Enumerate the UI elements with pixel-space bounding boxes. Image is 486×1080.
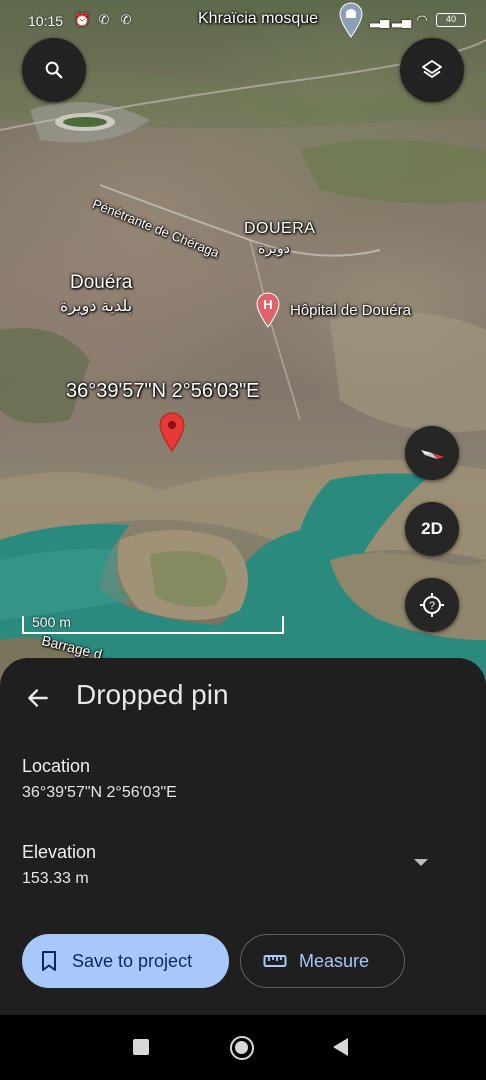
map-label-coordinates: 36°39'57"N 2°56'03"E: [66, 380, 260, 402]
signal-icon-2: ▂▄: [392, 12, 412, 27]
status-icons: ⏰ ✆ ✆: [74, 12, 134, 28]
map-label-douera-district-ar: دويرة: [258, 240, 290, 256]
my-location-icon: ?: [420, 593, 444, 617]
map-label-douera-ar: بلدية دويرة: [60, 298, 133, 315]
call-icon: ✆: [98, 12, 110, 27]
my-location-button[interactable]: ?: [405, 578, 459, 632]
elevation-label: Elevation: [22, 842, 97, 862]
arrow-back-icon: [28, 689, 48, 707]
alarm-icon: ⏰: [74, 12, 91, 27]
status-time: 10:15: [28, 13, 64, 29]
save-to-project-button[interactable]: Save to project: [22, 934, 229, 988]
ruler-icon: [263, 955, 287, 967]
view-mode-2d-button[interactable]: 2D: [405, 502, 459, 556]
search-icon: [45, 61, 63, 79]
missed-call-icon: ✆: [120, 12, 132, 27]
system-back-button[interactable]: [333, 1038, 348, 1056]
wifi-icon: ◠: [416, 12, 428, 27]
svg-text:?: ?: [429, 600, 435, 612]
layers-button[interactable]: [400, 38, 464, 102]
status-right: ▂▄ ▂▄ ◠ 40: [370, 12, 466, 28]
map-pin-icon[interactable]: [159, 412, 185, 452]
map-label-douera[interactable]: Douéra: [70, 272, 132, 294]
compass-button[interactable]: [405, 426, 459, 480]
measure-button[interactable]: Measure: [240, 934, 405, 988]
layers-icon: [422, 60, 442, 78]
save-to-project-label: Save to project: [72, 950, 193, 971]
search-button[interactable]: [22, 38, 86, 102]
home-button[interactable]: [230, 1036, 254, 1060]
chevron-down-icon[interactable]: [410, 855, 432, 869]
map-label-mosque[interactable]: Khraïcia mosque: [198, 10, 318, 28]
map-label-douera-district[interactable]: DOUERA: [244, 220, 315, 238]
battery-icon: 40: [436, 13, 466, 27]
measure-label: Measure: [299, 950, 370, 971]
location-label: Location: [22, 756, 91, 776]
map-label-hospital[interactable]: Hôpital de Douéra: [290, 302, 411, 319]
elevation-value: 153.33 m: [22, 870, 89, 887]
recents-button[interactable]: [133, 1039, 149, 1055]
back-button[interactable]: [20, 680, 56, 716]
signal-icon: ▂▄: [370, 12, 390, 27]
scale-text: 500 m: [32, 614, 71, 630]
map-view[interactable]: 10:15 ⏰ ✆ ✆ ▂▄ ▂▄ ◠ 40 Khraïcia mosque P…: [0, 0, 486, 700]
compass-icon: [421, 450, 444, 459]
svg-text:H: H: [263, 297, 272, 312]
hospital-pin-icon[interactable]: H: [256, 292, 280, 328]
mosque-pin-icon[interactable]: [338, 2, 364, 38]
sheet-title: Dropped pin: [76, 679, 229, 710]
location-value: 36°39'57"N 2°56'03"E: [22, 784, 177, 801]
bookmark-icon: [42, 951, 56, 971]
